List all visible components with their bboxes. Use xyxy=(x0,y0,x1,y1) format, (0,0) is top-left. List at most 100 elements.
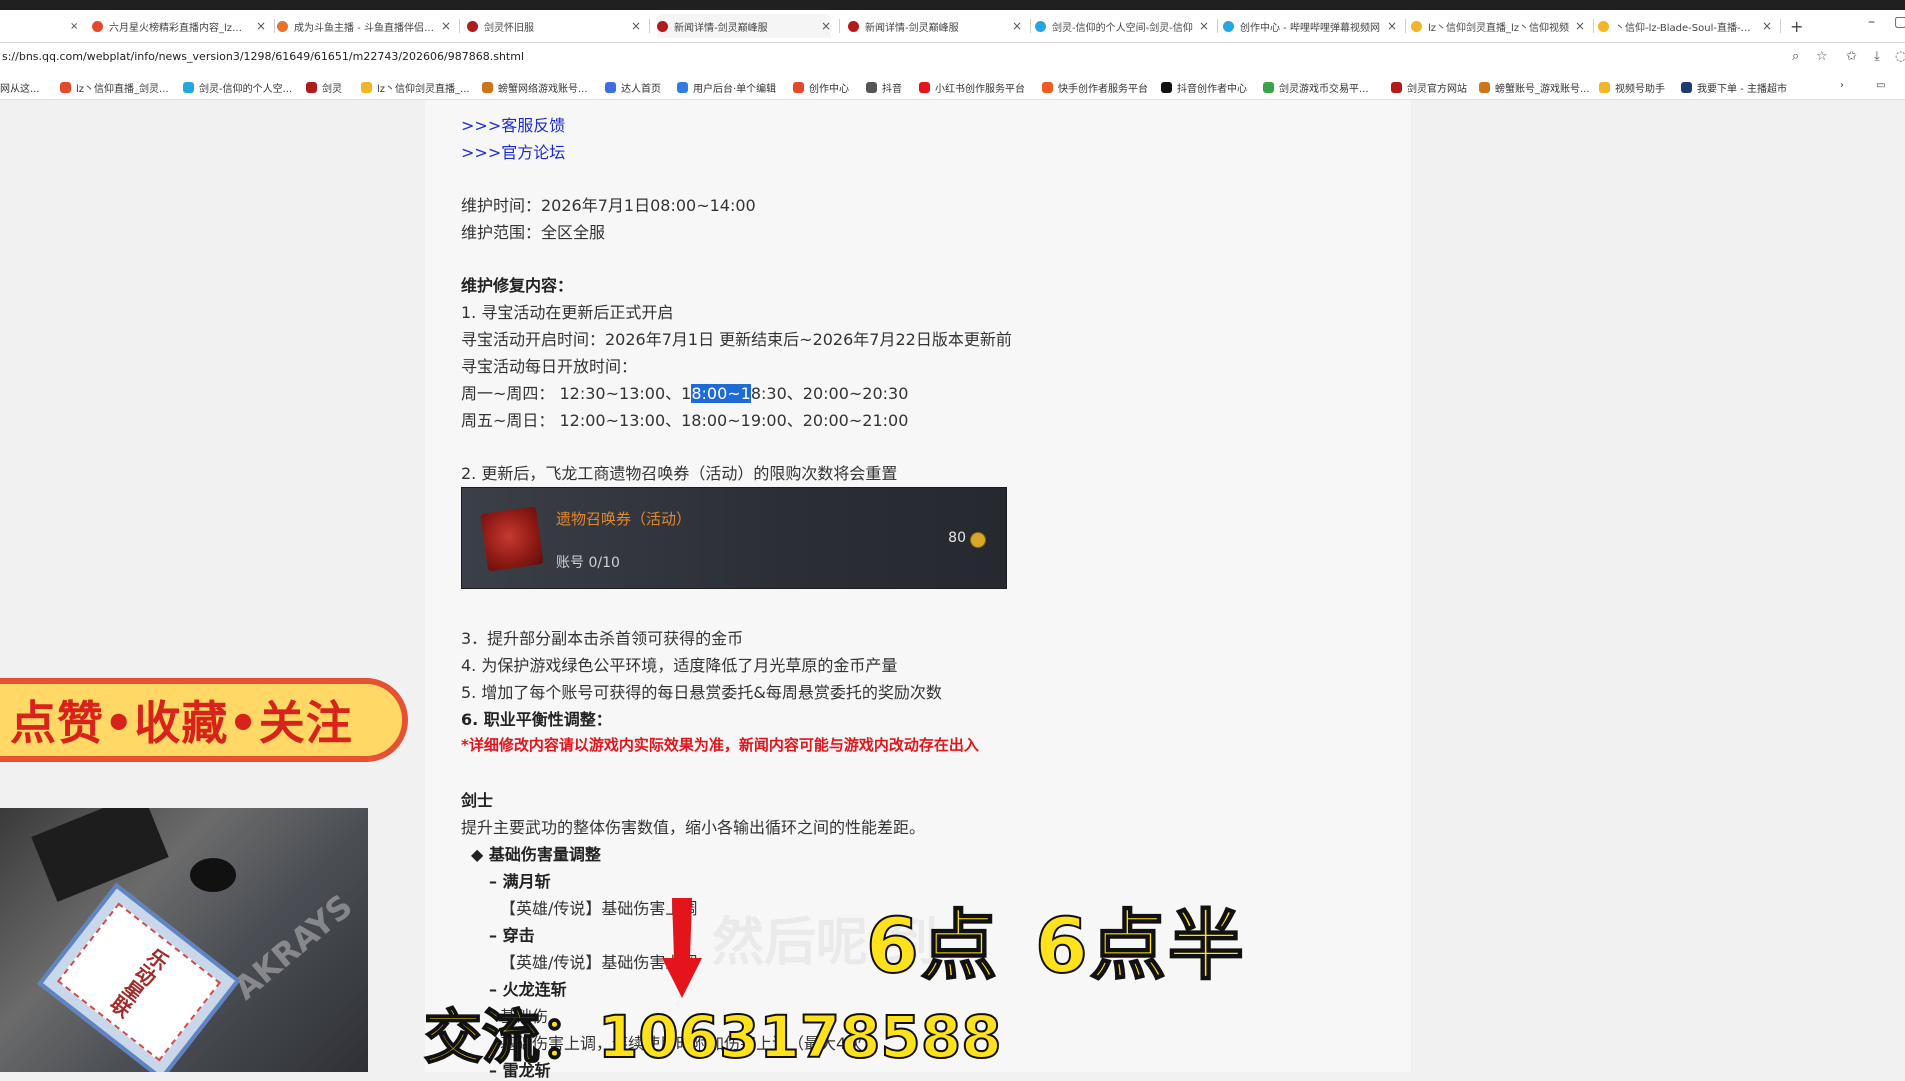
bookmark-favicon-icon xyxy=(919,82,930,93)
disclaimer-note: *详细修改内容请以游戏内实际效果为准，新闻内容可能与游戏内改动存在出入 xyxy=(461,736,979,754)
like-favorite-follow-banner: 点赞•收藏•关注 xyxy=(0,678,408,762)
forum-link[interactable]: >>>官方论坛 xyxy=(461,139,565,163)
bookmark-4[interactable]: 剑灵 xyxy=(306,80,342,95)
bookmark-12[interactable]: 快手创作者服务平台 xyxy=(1042,80,1148,95)
url-text[interactable]: s://bns.qq.com/webplat/info/news_version… xyxy=(2,50,524,63)
tab-favicon-icon xyxy=(467,20,478,32)
sub-heading: ◆ 基础伤害量调整 xyxy=(471,845,601,864)
bookmark-favicon-icon xyxy=(1391,82,1402,93)
tab-close-icon[interactable]: × xyxy=(1012,19,1022,33)
bookmark-17[interactable]: 视频号助手 xyxy=(1599,80,1665,95)
item-3: 3．提升部分副本击杀首领可获得的金币 xyxy=(461,629,744,648)
tab-label: 创作中心 - 哔哩哔哩弹幕视频网 xyxy=(1240,22,1380,34)
bookmark-label: 剑灵 xyxy=(322,84,342,95)
bookmark-14[interactable]: 剑灵游戏币交易平... xyxy=(1263,80,1369,95)
tab-separator xyxy=(839,19,840,33)
bookmark-label: 达人首页 xyxy=(621,84,661,95)
bookmark-favicon-icon xyxy=(1599,82,1610,93)
tab-close-icon[interactable]: × xyxy=(256,19,266,33)
selected-text[interactable]: 8:00~1 xyxy=(691,384,751,403)
bookmark-16[interactable]: 螃蟹账号_游戏账号... xyxy=(1479,80,1590,95)
tab-5[interactable]: 新闻详情-剑灵巅峰服 × xyxy=(848,14,1022,38)
restore-icon[interactable]: ▢ xyxy=(1894,14,1905,30)
bookmark-9[interactable]: 创作中心 xyxy=(793,80,849,95)
tab-2[interactable]: 成为斗鱼主播 - 斗鱼直播伴侣下载 × xyxy=(277,14,451,38)
item-1-daily: 寻宝活动每日开放时间： xyxy=(461,357,638,376)
bookmark-favicon-icon xyxy=(793,82,804,93)
bookmark-label: 螃蟹账号_游戏账号... xyxy=(1495,84,1590,95)
bookmark-label: 视频号助手 xyxy=(1615,84,1665,95)
bookmark-label: 用户后台·单个编辑 xyxy=(693,84,777,95)
bookmark-10[interactable]: 抖音 xyxy=(866,80,902,95)
favorites-icon[interactable]: ✩ xyxy=(1846,49,1857,64)
bookmark-1[interactable]: 网从这... xyxy=(0,80,40,95)
item-card-price: 80 xyxy=(948,530,966,546)
mousepad-logo: AKRAYS xyxy=(226,886,360,1008)
tab-close-icon[interactable]: × xyxy=(1762,19,1772,33)
bookmark-label: 快手创作者服务平台 xyxy=(1058,84,1148,95)
new-tab-button[interactable]: + xyxy=(1790,14,1810,38)
bookmark-label: 抖音 xyxy=(882,84,902,95)
bookmark-11[interactable]: 小红书创作服务平台 xyxy=(919,80,1025,95)
tab-label: 剑灵怀旧服 xyxy=(484,22,534,34)
tab-favicon-icon xyxy=(848,20,859,32)
bookmark-13[interactable]: 抖音创作者中心 xyxy=(1161,80,1247,95)
extension-icon[interactable]: ◌ xyxy=(1895,49,1905,64)
bookmark-favicon-icon xyxy=(605,82,616,93)
zoom-icon[interactable]: ⌕ xyxy=(1792,49,1799,64)
bookmark-8[interactable]: 用户后台·单个编辑 xyxy=(677,80,776,95)
weekend-schedule: 周五~周日： 12:00~13:00、18:00~19:00、20:00~21:… xyxy=(461,411,909,430)
bookmark-favicon-icon xyxy=(1161,82,1172,93)
minimize-button[interactable]: – xyxy=(1868,14,1875,30)
caption-six-half: 6点半 xyxy=(1034,900,1246,991)
bookmark-18[interactable]: 我要下单 - 主播超市 xyxy=(1681,80,1787,95)
bookmark-15[interactable]: 剑灵官方网站 xyxy=(1391,80,1467,95)
bookmark-label: 螃蟹网络游戏账号... xyxy=(498,84,588,95)
bookmark-6[interactable]: 螃蟹网络游戏账号... xyxy=(482,80,588,95)
tab-label: 剑灵-信仰的个人空间-剑灵-信仰 xyxy=(1052,22,1193,34)
tab-close-icon[interactable]: × xyxy=(821,19,831,33)
tab-separator xyxy=(274,19,275,33)
item-1-time: 寻宝活动开启时间：2026年7月1日 更新结束后~2026年7月22日版本更新前 xyxy=(461,330,1012,349)
sign-board-text: 乐动星联 xyxy=(56,902,222,1062)
address-bar[interactable]: s://bns.qq.com/webplat/info/news_version… xyxy=(0,43,1905,73)
bookmark-5[interactable]: lz丶信仰剑灵直播_... xyxy=(361,80,470,95)
class-name: 剑士 xyxy=(461,791,494,810)
weekday-schedule-post: 8:30、20:00~20:30 xyxy=(750,384,909,403)
summon-ticket-icon xyxy=(480,506,544,572)
tab-close-icon[interactable]: × xyxy=(441,19,451,33)
bookmark-2[interactable]: lz丶信仰直播_剑灵... xyxy=(60,80,169,95)
item-6: 6. 职业平衡性调整： xyxy=(461,710,612,729)
mouse-image xyxy=(190,858,236,892)
tab-6[interactable]: 剑灵-信仰的个人空间-剑灵-信仰 × xyxy=(1035,14,1209,38)
bookmark-7[interactable]: 达人首页 xyxy=(605,80,661,95)
tab-favicon-icon xyxy=(1411,20,1422,32)
tab-close-icon[interactable]: × xyxy=(631,19,641,33)
tab-4[interactable]: 新闻详情-剑灵巅峰服 × xyxy=(657,14,831,38)
tab-label: 丶信仰-lz-Blade-Soul-直播-精彩 xyxy=(1615,22,1758,34)
tab-1[interactable]: 六月星火榜精彩直播内容_lz丶信 × xyxy=(92,14,266,38)
tab-9[interactable]: 丶信仰-lz-Blade-Soul-直播-精彩 × xyxy=(1598,14,1772,38)
bookmarks-more-icon[interactable]: › xyxy=(1840,80,1844,91)
bookmark-favicon-icon xyxy=(1681,82,1692,93)
weekday-schedule: 周一~周四： 12:30~13:00、18:00~18:30、20:00~20:… xyxy=(461,380,908,404)
bookmark-3[interactable]: 剑灵-信仰的个人空... xyxy=(183,80,292,95)
tab-favicon-icon xyxy=(92,20,103,32)
bookmark-star-icon[interactable]: ☆ xyxy=(1816,49,1828,64)
tab-close-icon[interactable]: × xyxy=(1387,19,1397,33)
tab-0-close-icon[interactable]: × xyxy=(70,14,84,38)
tab-7[interactable]: 创作中心 - 哔哩哔哩弹幕视频网 × xyxy=(1223,14,1397,38)
bookmarks-folder-icon[interactable]: ▭ xyxy=(1876,80,1885,91)
tab-3[interactable]: 剑灵怀旧服 × xyxy=(467,14,641,38)
download-icon[interactable]: ⤓ xyxy=(1874,49,1880,64)
bookmark-favicon-icon xyxy=(677,82,688,93)
bookmark-favicon-icon xyxy=(482,82,493,93)
tab-8[interactable]: lz丶信仰剑灵直播_lz丶信仰视频 × xyxy=(1411,14,1585,38)
tab-label: 新闻详情-剑灵巅峰服 xyxy=(674,22,768,34)
tab-close-icon[interactable]: × xyxy=(1199,19,1209,33)
weekday-schedule-pre: 周一~周四： 12:30~13:00、1 xyxy=(461,384,692,403)
tab-close-icon[interactable]: × xyxy=(1575,19,1585,33)
tab-favicon-icon xyxy=(657,20,668,32)
feedback-link[interactable]: >>>客服反馈 xyxy=(461,112,565,136)
tab-separator xyxy=(1593,19,1594,33)
